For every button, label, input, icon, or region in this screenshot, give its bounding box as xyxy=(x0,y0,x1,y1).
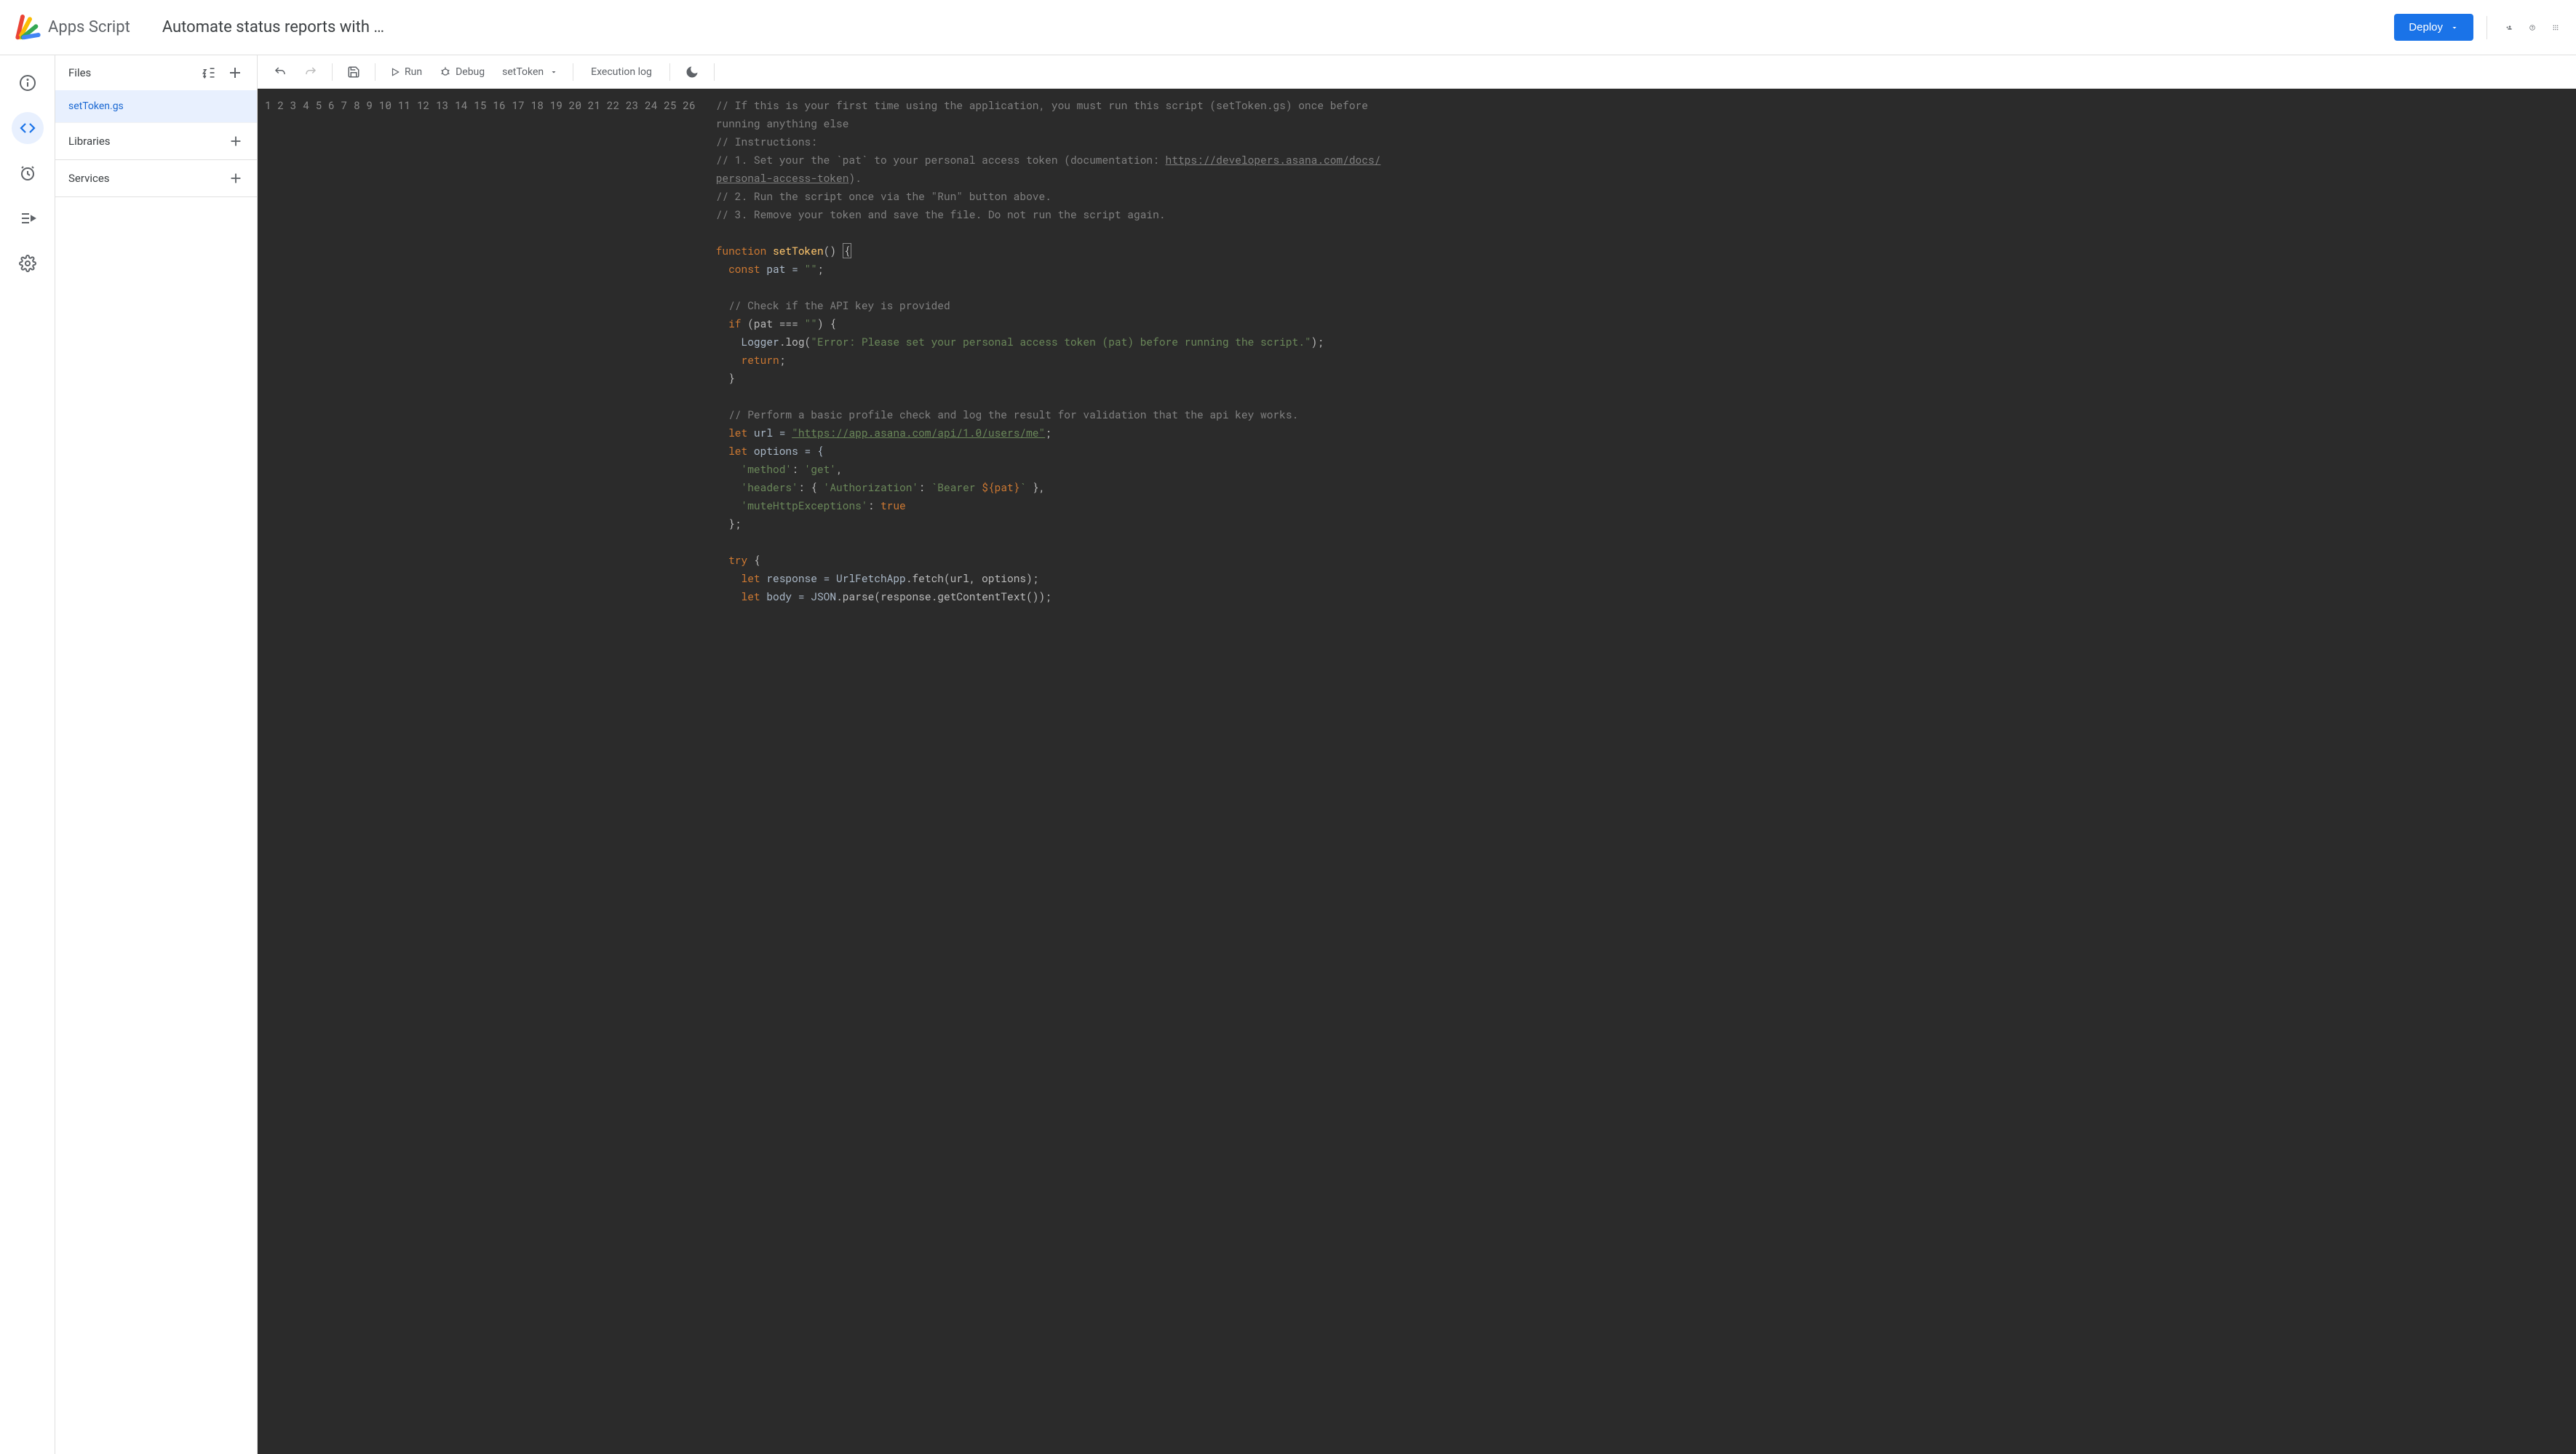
deploy-button[interactable]: Deploy xyxy=(2394,14,2473,41)
run-button[interactable]: Run xyxy=(383,62,429,82)
bug-icon xyxy=(440,66,451,78)
moon-icon xyxy=(685,65,699,79)
play-icon xyxy=(390,67,400,77)
chevron-down-icon xyxy=(2450,23,2459,32)
help-icon xyxy=(2529,19,2535,36)
nav-triggers[interactable] xyxy=(12,157,44,189)
project-title[interactable]: Automate status reports with … xyxy=(162,18,384,36)
clock-icon xyxy=(19,164,36,182)
files-header: Files xyxy=(55,55,257,90)
save-icon xyxy=(347,65,360,79)
help-button[interactable] xyxy=(2524,19,2541,36)
nav-editor[interactable] xyxy=(12,112,44,144)
apps-script-logo-icon xyxy=(12,13,41,42)
divider xyxy=(669,63,670,81)
sort-az-icon[interactable] xyxy=(202,65,216,80)
services-label: Services xyxy=(68,172,110,185)
header-right: Deploy xyxy=(2394,14,2564,41)
info-icon xyxy=(19,74,36,92)
app-header: Apps Script Automate status reports with… xyxy=(0,0,2576,55)
nav-settings[interactable] xyxy=(12,247,44,279)
undo-button[interactable] xyxy=(266,61,294,83)
code-content[interactable]: // If this is your first time using the … xyxy=(706,89,2576,1454)
logo-area: Apps Script xyxy=(12,13,130,42)
apps-menu-button[interactable] xyxy=(2547,19,2564,36)
execution-log-button[interactable]: Execution log xyxy=(581,62,662,82)
debug-button[interactable]: Debug xyxy=(432,62,492,82)
services-section[interactable]: Services xyxy=(55,160,257,197)
divider xyxy=(714,63,715,81)
plus-icon[interactable] xyxy=(228,170,244,186)
code-icon xyxy=(19,119,36,137)
main-area: Files setToken.gs Libraries Services Run xyxy=(0,55,2576,1454)
nav-executions[interactable] xyxy=(12,202,44,234)
redo-icon xyxy=(304,65,317,79)
files-panel: Files setToken.gs Libraries Services xyxy=(55,55,258,1454)
libraries-label: Libraries xyxy=(68,135,111,148)
person-add-icon xyxy=(2506,19,2512,36)
execution-log-label: Execution log xyxy=(591,66,652,78)
libraries-section[interactable]: Libraries xyxy=(55,123,257,160)
executions-icon xyxy=(19,210,36,227)
deploy-label: Deploy xyxy=(2409,21,2443,33)
editor-area: Run Debug setToken Execution log 1 2 3 4… xyxy=(258,55,2576,1454)
theme-toggle-button[interactable] xyxy=(677,60,707,84)
divider xyxy=(2486,16,2487,39)
redo-button[interactable] xyxy=(297,61,325,83)
app-name: Apps Script xyxy=(48,18,130,36)
function-selected: setToken xyxy=(502,66,544,78)
line-number-gutter: 1 2 3 4 5 6 7 8 9 10 11 12 13 14 15 16 1… xyxy=(258,89,706,1454)
nav-overview[interactable] xyxy=(12,67,44,99)
run-label: Run xyxy=(405,66,422,78)
code-editor[interactable]: 1 2 3 4 5 6 7 8 9 10 11 12 13 14 15 16 1… xyxy=(258,89,2576,1454)
plus-icon[interactable] xyxy=(228,133,244,149)
gear-icon xyxy=(19,255,36,272)
function-select[interactable]: setToken xyxy=(495,62,565,82)
save-button[interactable] xyxy=(340,61,367,83)
left-rail xyxy=(0,55,55,1454)
chevron-down-icon xyxy=(549,68,558,76)
add-file-icon[interactable] xyxy=(226,64,244,82)
apps-grid-icon xyxy=(2553,20,2559,35)
editor-toolbar: Run Debug setToken Execution log xyxy=(258,55,2576,89)
undo-icon xyxy=(274,65,287,79)
divider xyxy=(332,63,333,81)
files-label: Files xyxy=(68,66,91,79)
share-button[interactable] xyxy=(2500,19,2518,36)
file-item-settoken[interactable]: setToken.gs xyxy=(55,90,257,123)
debug-label: Debug xyxy=(456,66,485,78)
